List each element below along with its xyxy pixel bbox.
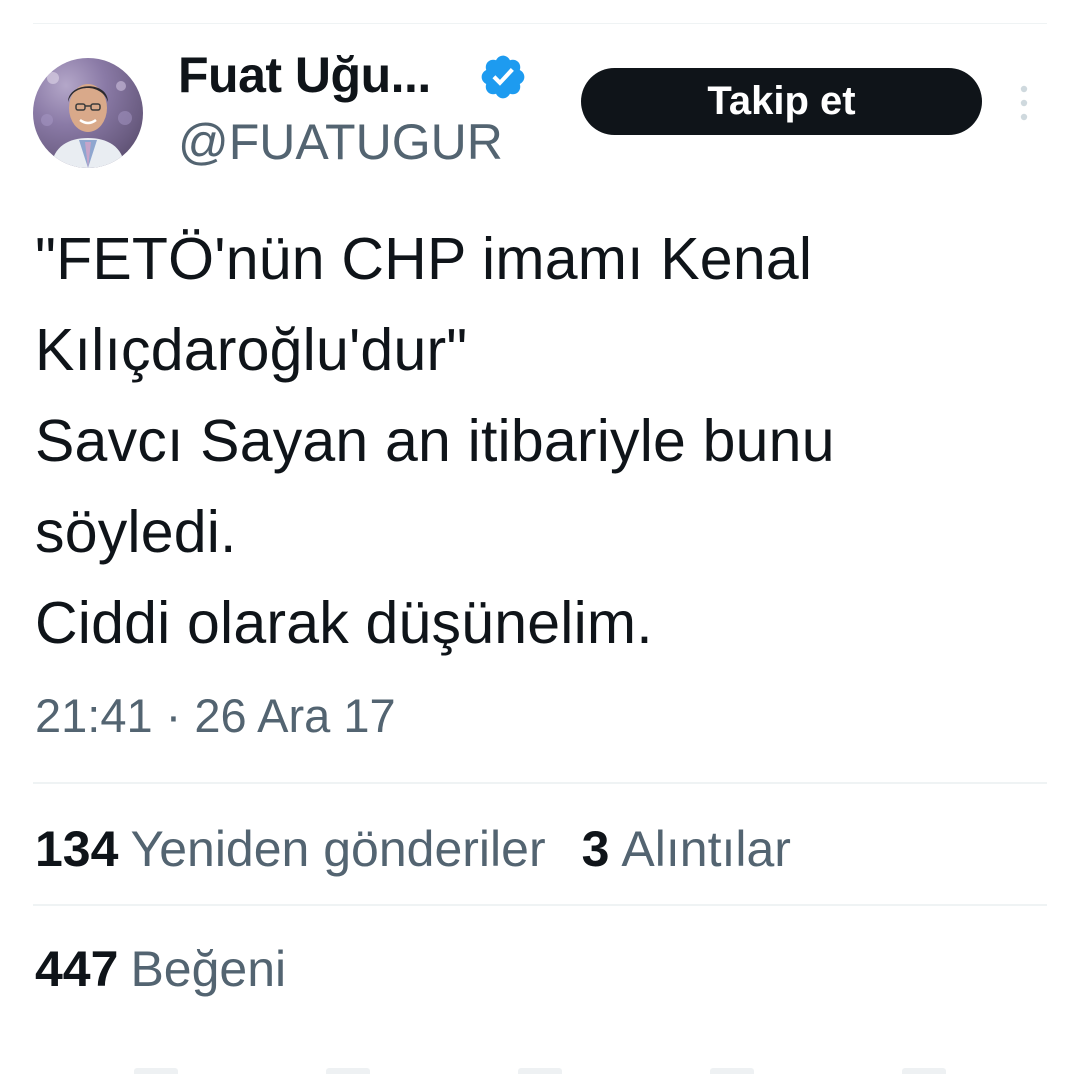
user-handle[interactable]: @FUATUGUR [178,113,503,171]
likes-stat[interactable]: 447 Beğeni [35,940,286,998]
tweet-line: söyledi. [35,499,237,565]
tweet-line: Ciddi olarak düşünelim. [35,590,653,656]
likes-label: Beğeni [130,941,287,997]
engagement-stats-row: 134 Yeniden gönderiler 3 Alıntılar [35,820,827,878]
follow-button[interactable]: Takip et [581,68,982,135]
tweet-timestamp[interactable]: 21:41 · 26 Ara 17 [35,688,396,743]
display-name[interactable]: Fuat Uğu... [178,46,431,104]
action-bar-hint [0,1068,1080,1074]
action-hint-mark [134,1068,178,1074]
action-hint-mark [326,1068,370,1074]
tweet-text: "FETÖ'nün CHP imamı Kenal Kılıçdaroğlu'd… [35,214,1045,669]
quotes-stat[interactable]: 3 Alıntılar [582,820,791,878]
retweets-label: Yeniden gönderiler [130,821,546,877]
divider [33,904,1047,906]
tweet-line: Kılıçdaroğlu'dur" [35,317,468,383]
divider [33,782,1047,784]
more-vertical-icon[interactable] [1012,82,1036,124]
likes-stats-row: 447 Beğeni [35,940,322,998]
likes-count: 447 [35,941,119,997]
action-hint-mark [710,1068,754,1074]
avatar-image [41,72,132,168]
tweet-line: Savcı Sayan an itibariyle bunu [35,408,835,474]
quotes-label: Alıntılar [621,821,791,877]
avatar[interactable] [33,58,143,168]
tweet-line: "FETÖ'nün CHP imamı Kenal [35,226,813,292]
retweets-count: 134 [35,821,119,877]
top-divider [33,23,1047,24]
action-hint-mark [518,1068,562,1074]
quotes-count: 3 [581,821,610,877]
verified-badge-icon [481,55,525,99]
action-hint-mark [902,1068,946,1074]
retweets-stat[interactable]: 134 Yeniden gönderiler [35,820,546,878]
